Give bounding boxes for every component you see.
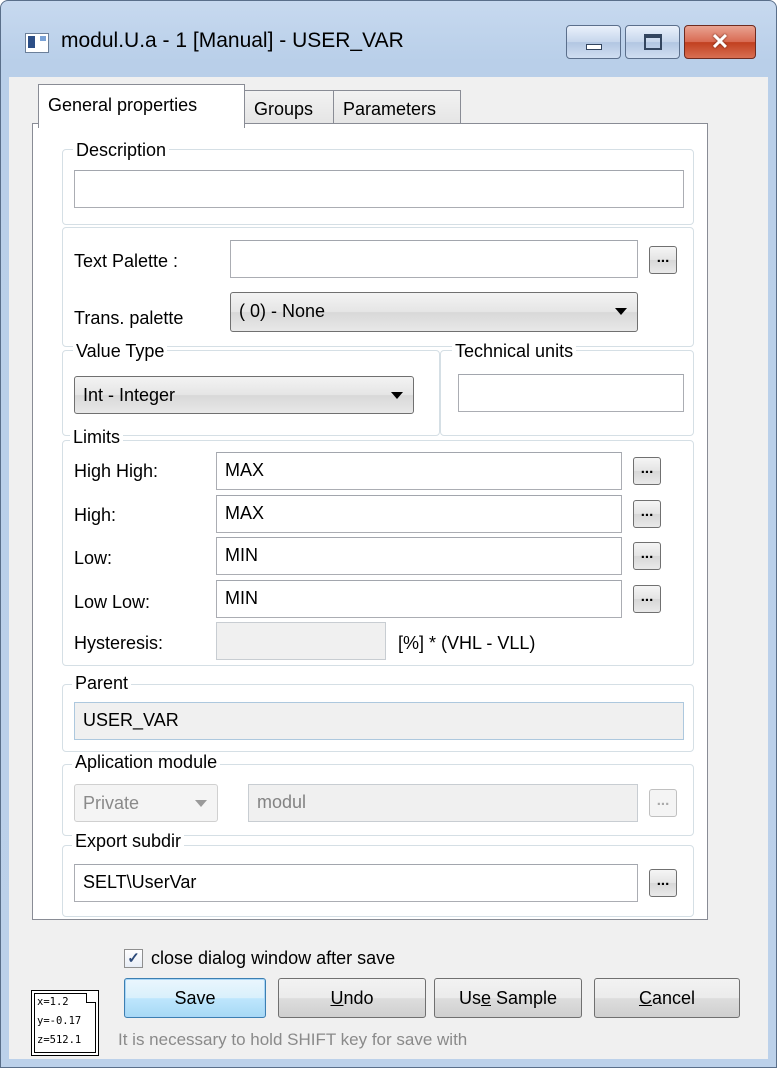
close-icon: ✕ <box>710 29 730 54</box>
low-low-label: Low Low: <box>74 592 151 612</box>
application-module-browse-button[interactable]: ... <box>649 789 677 817</box>
high-high-label: High High: <box>74 461 159 481</box>
app-icon <box>25 33 49 53</box>
trans-palette-label: Trans. palette <box>74 308 184 328</box>
close-after-save-checkbox[interactable]: ✓ <box>124 949 143 968</box>
technical-units-legend: Technical units <box>452 341 577 361</box>
title-bar[interactable]: modul.U.a - 1 [Manual] - USER_VAR ✕ <box>1 1 776 79</box>
technical-units-input[interactable] <box>458 374 684 412</box>
value-type-selected-value: Int - Integer <box>83 385 176 405</box>
use-sample-button[interactable]: Use Sample <box>434 978 582 1018</box>
text-palette-label: Text Palette : <box>74 251 179 271</box>
cancel-accelerator: C <box>638 988 652 1008</box>
low-label: Low: <box>74 548 113 568</box>
application-scope-select[interactable]: Private <box>74 784 218 822</box>
export-subdir-browse-button[interactable]: ... <box>649 869 677 897</box>
coord-y: y=-0.17 <box>37 1015 82 1027</box>
close-after-save-label[interactable]: close dialog window after save <box>151 947 395 969</box>
parent-input[interactable]: USER_VAR <box>74 702 684 740</box>
value-type-select[interactable]: Int - Integer <box>74 376 414 414</box>
close-button[interactable]: ✕ <box>684 25 756 59</box>
shift-save-hint: It is necessary to hold SHIFT key for sa… <box>118 1030 468 1049</box>
hysteresis-input[interactable] <box>216 622 386 660</box>
high-browse-button[interactable]: ... <box>633 500 661 528</box>
maximize-icon <box>643 34 662 50</box>
low-low-browse-button[interactable]: ... <box>633 585 661 613</box>
undo-button[interactable]: Undo <box>278 978 426 1018</box>
text-palette-browse-button[interactable]: ... <box>649 246 677 274</box>
use-sample-label-rest: Sample <box>490 988 558 1008</box>
use-sample-label-pre: Us <box>458 988 481 1008</box>
checkmark-icon: ✓ <box>127 950 140 967</box>
trans-palette-select[interactable]: ( 0) - None <box>230 292 638 332</box>
low-low-input[interactable]: MIN <box>216 580 622 618</box>
application-module-legend: Aplication module <box>72 752 221 772</box>
coord-z: z=512.1 <box>37 1034 82 1046</box>
cancel-label-rest: ancel <box>651 988 696 1008</box>
chevron-down-icon <box>391 392 403 399</box>
chevron-down-icon <box>195 800 207 807</box>
high-label: High: <box>74 505 117 525</box>
low-input[interactable]: MIN <box>216 537 622 575</box>
hysteresis-label: Hysteresis: <box>74 633 164 653</box>
undo-accelerator: U <box>330 988 344 1008</box>
description-legend: Description <box>73 140 170 160</box>
low-browse-button[interactable]: ... <box>633 542 661 570</box>
window-title: modul.U.a - 1 [Manual] - USER_VAR <box>61 29 404 52</box>
trans-palette-selected-value: ( 0) - None <box>239 301 326 321</box>
high-input[interactable]: MAX <box>216 495 622 533</box>
high-high-browse-button[interactable]: ... <box>633 457 661 485</box>
undo-label-rest: ndo <box>343 988 374 1008</box>
coord-x: x=1.2 <box>37 996 69 1008</box>
save-button[interactable]: Save <box>124 978 266 1018</box>
minimize-button[interactable] <box>566 25 621 59</box>
minimize-icon <box>585 44 602 50</box>
application-scope-value: Private <box>83 793 140 813</box>
cancel-button[interactable]: Cancel <box>594 978 740 1018</box>
text-palette-input[interactable] <box>230 240 638 278</box>
chevron-down-icon <box>615 308 627 315</box>
export-subdir-legend: Export subdir <box>72 831 185 851</box>
high-high-input[interactable]: MAX <box>216 452 622 490</box>
export-subdir-input[interactable]: SELT\UserVar <box>74 864 638 902</box>
tab-general-properties[interactable]: General properties <box>38 84 245 128</box>
description-input[interactable] <box>74 170 684 208</box>
value-type-legend: Value Type <box>73 341 168 361</box>
coordinates-icon: x=1.2 y=-0.17 z=512.1 <box>31 990 99 1056</box>
limits-legend: Limits <box>70 427 124 447</box>
application-module-input[interactable]: modul <box>248 784 638 822</box>
parent-legend: Parent <box>72 673 132 693</box>
use-sample-accelerator: e <box>480 988 491 1008</box>
hysteresis-unit-label: [%] * (VHL - VLL) <box>398 633 536 653</box>
maximize-button[interactable] <box>625 25 680 59</box>
